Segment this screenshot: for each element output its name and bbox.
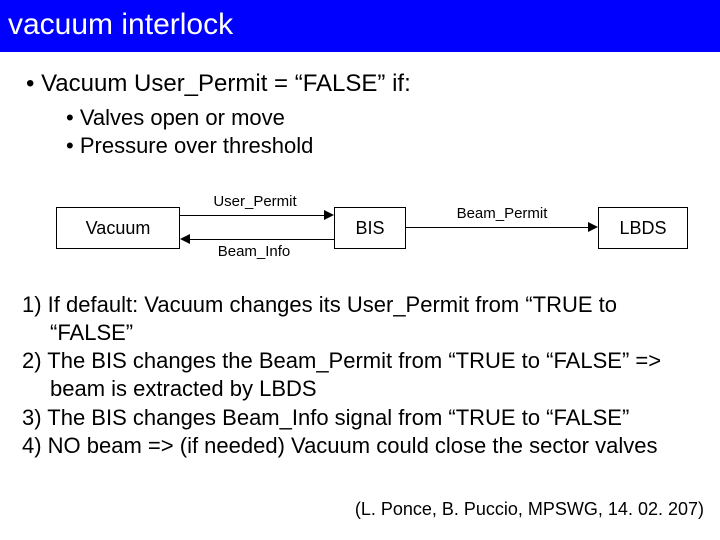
bullet-sub-1-text: Valves open or move — [80, 105, 285, 130]
box-vacuum: Vacuum — [56, 207, 180, 249]
step-3: 3) The BIS changes Beam_Info signal from… — [22, 404, 702, 432]
box-lbds: LBDS — [598, 207, 688, 249]
arrow-user-permit-line — [180, 215, 324, 216]
step-1: 1) If default: Vacuum changes its User_P… — [22, 291, 702, 347]
arrow-label-beam-info: Beam_Info — [204, 243, 304, 260]
slide-title-bar: vacuum interlock — [0, 0, 720, 52]
arrow-label-beam-permit: Beam_Permit — [442, 205, 562, 222]
flow-diagram: Vacuum BIS LBDS User_Permit Beam_Info Be… — [14, 175, 706, 275]
step-4: 4) NO beam => (if needed) Vacuum could c… — [22, 432, 702, 460]
bullet-sub-2-text: Pressure over threshold — [80, 133, 314, 158]
bullet-sub-2: Pressure over threshold — [14, 132, 706, 160]
slide-content: Vacuum User_Permit = “FALSE” if: Valves … — [0, 52, 720, 460]
arrow-beam-info-line — [190, 239, 334, 240]
arrow-beam-info-head — [180, 234, 190, 244]
step-2: 2) The BIS changes the Beam_Permit from … — [22, 347, 702, 403]
slide-title: vacuum interlock — [8, 8, 233, 41]
bullet-main-text: Vacuum User_Permit = “FALSE” if: — [41, 70, 411, 97]
box-bis: BIS — [334, 207, 406, 249]
bullet-sub-1: Valves open or move — [14, 104, 706, 132]
box-lbds-label: LBDS — [619, 218, 666, 239]
box-vacuum-label: Vacuum — [86, 218, 151, 239]
box-bis-label: BIS — [355, 218, 384, 239]
bullet-main: Vacuum User_Permit = “FALSE” if: — [14, 70, 706, 98]
arrow-beam-permit-head — [588, 222, 598, 232]
arrow-label-user-permit: User_Permit — [200, 193, 310, 210]
citation: (L. Ponce, B. Puccio, MPSWG, 14. 02. 207… — [355, 499, 704, 520]
steps-block: 1) If default: Vacuum changes its User_P… — [14, 291, 706, 460]
arrow-user-permit-head — [324, 210, 334, 220]
arrow-beam-permit-line — [406, 227, 588, 228]
